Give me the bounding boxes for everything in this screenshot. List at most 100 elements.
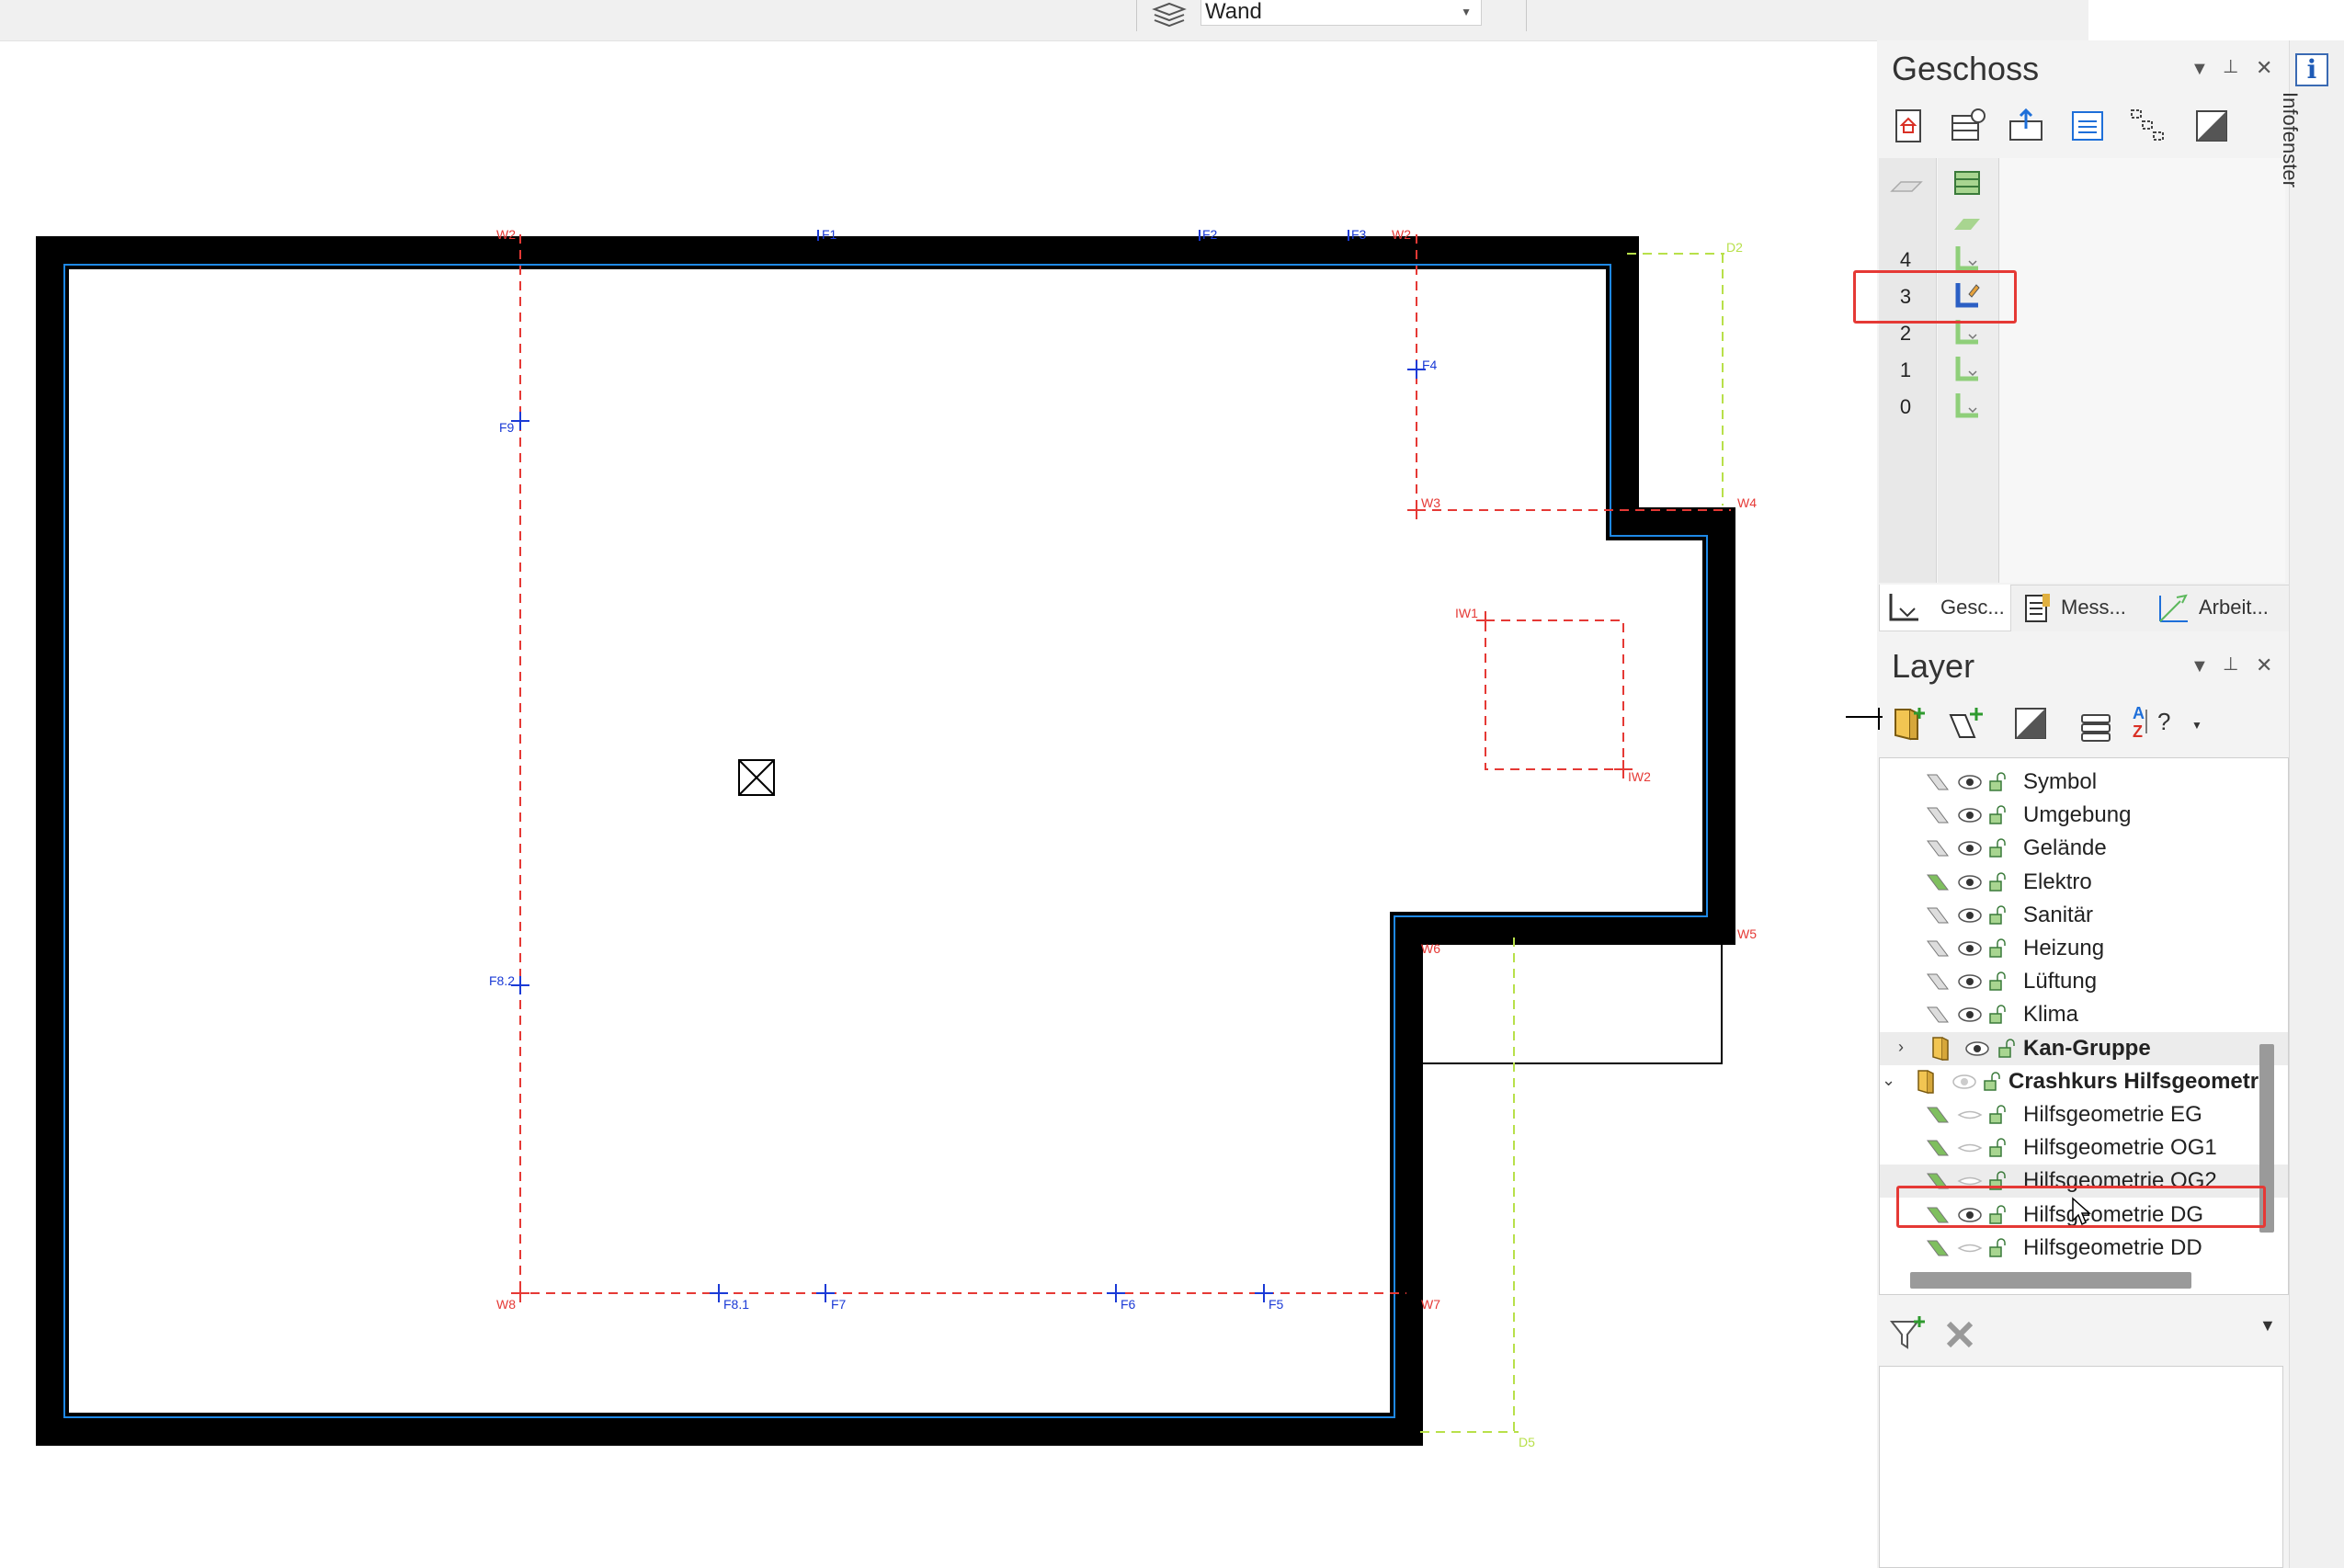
- list-icon[interactable]: [2068, 107, 2107, 145]
- filter-remove-icon[interactable]: [1943, 1318, 1976, 1351]
- eye-hidden-icon[interactable]: [1957, 1240, 1983, 1256]
- lock-open-icon[interactable]: [1988, 1105, 2007, 1125]
- display-icon[interactable]: [2192, 107, 2231, 145]
- floor-number-2[interactable]: 2: [1892, 322, 1919, 346]
- pin-icon[interactable]: ⊥: [2223, 55, 2238, 78]
- chevron-down-icon[interactable]: ⌄: [1882, 1071, 1895, 1090]
- label-iw2: IW2: [1628, 769, 1651, 784]
- chevron-down-icon[interactable]: ▼: [2259, 1316, 2276, 1335]
- eye-icon[interactable]: [1957, 840, 1983, 857]
- horizontal-scrollbar[interactable]: [1910, 1272, 2191, 1289]
- pen-icon[interactable]: [1926, 972, 1950, 991]
- eye-hidden-icon[interactable]: [1951, 1074, 1977, 1090]
- layer-group-row[interactable]: ⌄ Crashkurs Hilfsgeometr: [1880, 1065, 2288, 1098]
- eye-icon[interactable]: [1957, 907, 1983, 924]
- layer-row[interactable]: Gelände: [1880, 832, 2288, 865]
- eye-icon[interactable]: [1957, 874, 1983, 891]
- chevron-down-icon[interactable]: ▼: [2191, 719, 2202, 732]
- lock-open-icon[interactable]: [1997, 1038, 2016, 1059]
- inner-wall-line: [63, 264, 1708, 1418]
- pen-icon[interactable]: [1926, 1006, 1950, 1024]
- layer-row[interactable]: Umgebung: [1880, 799, 2288, 832]
- pen-icon[interactable]: [1926, 906, 1950, 925]
- eye-icon[interactable]: [1964, 1040, 1990, 1057]
- layer-row[interactable]: Klima: [1880, 998, 2288, 1031]
- layer-row[interactable]: Sanitär: [1880, 899, 2288, 932]
- current-layer-dropdown[interactable]: Wand ▼: [1200, 0, 1482, 26]
- pen-icon[interactable]: [1926, 1139, 1950, 1157]
- layer-table-icon: [1954, 171, 1980, 195]
- floor-visible-icon[interactable]: [1952, 244, 1982, 272]
- lock-open-icon[interactable]: [1983, 1072, 2001, 1092]
- layer-row[interactable]: Lüftung: [1880, 965, 2288, 998]
- lock-open-icon[interactable]: [1988, 1238, 2007, 1258]
- panel-menu-icon[interactable]: ▼: [2190, 656, 2209, 677]
- pen-icon[interactable]: [1926, 873, 1950, 892]
- layer-row[interactable]: Heizung: [1880, 932, 2288, 965]
- display-icon[interactable]: [2011, 704, 2050, 743]
- infofenster-tab[interactable]: Infofenster: [2279, 92, 2331, 221]
- measure-icon: [2025, 594, 2050, 622]
- lock-open-icon[interactable]: [1988, 1138, 2007, 1158]
- filter-list[interactable]: [1879, 1366, 2283, 1568]
- panel-menu-icon[interactable]: ▼: [2190, 59, 2209, 80]
- close-icon[interactable]: ✕: [2256, 56, 2272, 80]
- mouse-pointer-icon: [2072, 1197, 2091, 1226]
- floor-visible-icon[interactable]: [1952, 355, 1982, 382]
- layer-row[interactable]: Hilfsgeometrie DD: [1880, 1232, 2288, 1265]
- pin-icon[interactable]: ⊥: [2223, 653, 2238, 676]
- lock-open-icon[interactable]: [1988, 838, 2007, 858]
- lock-open-icon[interactable]: [1988, 871, 2007, 892]
- eye-icon[interactable]: [1957, 973, 1983, 990]
- label-f7: F7: [831, 1297, 847, 1312]
- pen-icon[interactable]: [1926, 1239, 1950, 1257]
- layer-group-row[interactable]: › Kan-Gruppe: [1880, 1031, 2288, 1065]
- floor-manager-icon[interactable]: [1949, 107, 1987, 145]
- pen-icon[interactable]: [1926, 939, 1950, 958]
- add-layer-icon[interactable]: [1947, 704, 1986, 743]
- tab-arbeitsebene[interactable]: Arbeit...: [2153, 585, 2287, 631]
- floor-number-0[interactable]: 0: [1892, 395, 1919, 419]
- lock-open-icon[interactable]: [1988, 805, 2007, 825]
- tab-geschoss[interactable]: Gesc...: [1879, 585, 2011, 631]
- close-icon[interactable]: ✕: [2256, 653, 2272, 677]
- lock-open-icon[interactable]: [1988, 971, 2007, 992]
- pen-icon[interactable]: [1926, 1106, 1950, 1124]
- pen-icon[interactable]: [1926, 773, 1950, 791]
- eye-icon[interactable]: [1957, 940, 1983, 957]
- chevron-right-icon[interactable]: ›: [1898, 1038, 1904, 1057]
- layer-label: Klima: [2023, 1002, 2079, 1028]
- label-f6: F6: [1121, 1297, 1136, 1312]
- info-icon[interactable]: i: [2295, 53, 2328, 86]
- pen-icon[interactable]: [1926, 839, 1950, 858]
- tab-messen[interactable]: Mess...: [2017, 585, 2145, 631]
- lock-open-icon[interactable]: [1988, 938, 2007, 959]
- eye-icon[interactable]: [1957, 1006, 1983, 1023]
- layer-sets-icon[interactable]: [2077, 708, 2115, 746]
- eye-hidden-icon[interactable]: [1957, 1107, 1983, 1123]
- lock-open-icon[interactable]: [1988, 1005, 2007, 1025]
- floor-height-icon[interactable]: [2007, 107, 2045, 145]
- floor-plan-canvas[interactable]: W2 F1 F2 F3 W2 D2 F4 F9 W3 W4 IW1 IW2 W5…: [0, 41, 1875, 1568]
- lock-open-icon[interactable]: [1988, 772, 2007, 792]
- building-icon[interactable]: [1889, 107, 1928, 145]
- floor-number-4[interactable]: 4: [1892, 248, 1919, 272]
- structure-tree-icon[interactable]: [2128, 107, 2167, 145]
- eye-hidden-icon[interactable]: [1957, 1140, 1983, 1156]
- layer-row[interactable]: Elektro: [1880, 866, 2288, 899]
- plane-icon: [1890, 181, 1923, 192]
- floor-visible-icon[interactable]: [1952, 392, 1982, 419]
- layer-row[interactable]: Hilfsgeometrie OG1: [1880, 1131, 2288, 1165]
- eye-icon[interactable]: [1957, 774, 1983, 790]
- eye-icon[interactable]: [1957, 807, 1983, 824]
- layer-label: Hilfsgeometrie DD: [2023, 1234, 2202, 1260]
- add-layer-group-icon[interactable]: [1890, 704, 1929, 743]
- layer-row[interactable]: Symbol: [1880, 766, 2288, 799]
- layer-row[interactable]: Hilfsgeometrie EG: [1880, 1098, 2288, 1131]
- pen-icon[interactable]: [1926, 806, 1950, 824]
- layer-help-label[interactable]: ?: [2157, 708, 2170, 736]
- floor-number-1[interactable]: 1: [1892, 358, 1919, 382]
- layer-label: Hilfsgeometrie OG1: [2023, 1135, 2217, 1161]
- filter-add-icon[interactable]: [1888, 1314, 1929, 1355]
- lock-open-icon[interactable]: [1988, 905, 2007, 926]
